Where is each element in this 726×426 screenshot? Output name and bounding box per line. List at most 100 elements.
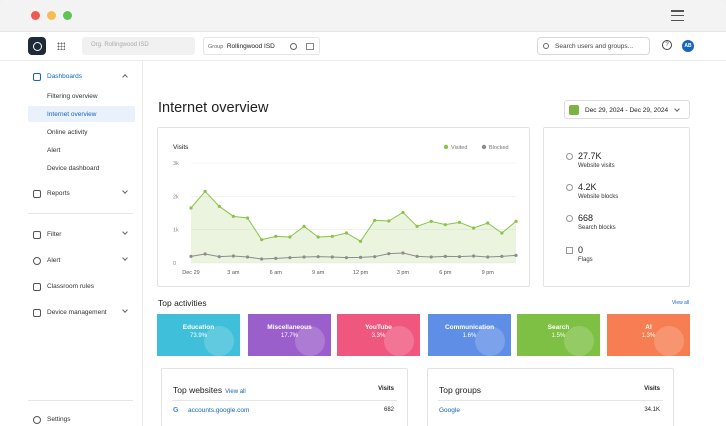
sidebar-item-filtering-overview[interactable]: Filtering overview (28, 88, 135, 104)
help-icon[interactable]: ? (662, 40, 672, 50)
top-websites-view-all-link[interactable]: View all (225, 389, 246, 395)
sidebar-section-classroom-rules[interactable]: Classroom rules (0, 281, 143, 295)
data-point-blocked[interactable] (415, 254, 419, 258)
top-activities-view-all-link[interactable]: View all (672, 300, 689, 306)
data-point-blocked[interactable] (401, 251, 405, 255)
visits-chart: Visits Visited Blocked 0 1k 2k 3k Dec 29 3 am… (173, 144, 518, 276)
data-point-visited[interactable] (203, 189, 207, 193)
top-websites-card: Top websites View all Visits G accounts.g… (161, 368, 408, 426)
data-point-blocked[interactable] (330, 255, 334, 259)
data-point-visited[interactable] (217, 204, 221, 208)
sidebar-section-filter[interactable]: Filter (0, 229, 143, 243)
data-point-blocked[interactable] (457, 255, 462, 259)
date-range-picker[interactable]: Dec 29, 2024 - Dec 29, 2024 (564, 100, 690, 119)
data-point-blocked[interactable] (203, 252, 207, 256)
info-icon[interactable] (290, 43, 297, 50)
activity-tile-miscellaneous[interactable]: Miscellaneous 17.7% (248, 314, 331, 356)
data-point-visited[interactable] (415, 224, 419, 228)
sidebar-divider (28, 400, 133, 401)
activity-tile-search[interactable]: Search 1.5% (517, 314, 600, 356)
tile-name: YouTube (365, 324, 392, 331)
data-point-blocked[interactable] (514, 253, 518, 257)
data-point-visited[interactable] (387, 219, 391, 223)
stat-value: 668 (578, 213, 594, 223)
data-point-visited[interactable] (429, 219, 433, 223)
data-point-blocked[interactable] (302, 255, 306, 259)
data-point-blocked[interactable] (189, 254, 193, 258)
data-point-visited[interactable] (472, 226, 476, 230)
sidebar-item-alert[interactable]: Alert (28, 142, 135, 158)
data-point-blocked[interactable] (231, 254, 235, 258)
data-point-visited[interactable] (288, 235, 292, 239)
table-row[interactable]: G accounts.google.com 682 (173, 407, 394, 417)
data-point-blocked[interactable] (316, 255, 320, 259)
org-selector[interactable]: Org. Rollingwood ISD (82, 37, 195, 55)
data-point-blocked[interactable] (217, 255, 221, 259)
data-point-blocked[interactable] (260, 257, 264, 261)
group-value: Rollingwood ISD (226, 43, 275, 50)
sidebar-section-label: Dashboards (47, 73, 83, 80)
data-point-visited[interactable] (514, 219, 518, 223)
data-point-visited[interactable] (316, 235, 320, 239)
activity-tile-communication[interactable]: Communication 1.6% (428, 314, 511, 356)
data-point-visited[interactable] (443, 223, 447, 227)
sidebar-settings[interactable]: Settings (0, 414, 143, 426)
search-input[interactable]: Search users and groups... (537, 37, 650, 55)
data-point-visited[interactable] (189, 206, 193, 210)
group-selector[interactable]: Group Rollingwood ISD (203, 37, 320, 55)
classroom-icon (33, 283, 41, 291)
data-point-blocked[interactable] (429, 255, 433, 259)
maximize-window-button[interactable] (63, 11, 72, 20)
sidebar-item-internet-overview[interactable]: Internet overview (28, 106, 135, 122)
data-point-blocked[interactable] (358, 255, 363, 259)
data-point-visited[interactable] (330, 234, 334, 238)
data-point-visited[interactable] (260, 238, 264, 242)
data-point-blocked[interactable] (472, 254, 476, 258)
data-point-blocked[interactable] (500, 254, 504, 258)
app-logo[interactable] (28, 37, 46, 55)
data-point-blocked[interactable] (288, 256, 292, 260)
data-point-visited[interactable] (486, 221, 490, 225)
data-point-visited[interactable] (344, 231, 349, 235)
data-point-visited[interactable] (245, 216, 250, 220)
data-point-blocked[interactable] (245, 255, 250, 259)
data-point-visited[interactable] (500, 231, 504, 235)
data-point-blocked[interactable] (344, 256, 349, 260)
data-point-visited[interactable] (401, 210, 405, 214)
y-tick-label: 3k (173, 161, 179, 167)
sidebar-item-device-dashboard[interactable]: Device dashboard (28, 160, 135, 176)
flag-icon (566, 247, 573, 254)
sidebar-section-device-management[interactable]: Device management (0, 307, 143, 321)
sidebar-section-dashboards[interactable]: Dashboards (0, 71, 143, 85)
activity-tile-youtube[interactable]: YouTube 3.3% (337, 314, 420, 356)
tile-percent: 73.9% (189, 333, 207, 339)
table-row[interactable]: Google 34.1K (439, 407, 660, 417)
avatar[interactable]: AB (682, 40, 694, 52)
data-point-blocked[interactable] (443, 254, 447, 258)
data-point-visited[interactable] (373, 218, 377, 222)
data-point-blocked[interactable] (387, 252, 391, 256)
data-point-blocked[interactable] (486, 255, 490, 259)
tree-view-icon[interactable] (306, 43, 314, 50)
data-point-visited[interactable] (231, 214, 235, 218)
activity-tile-ai[interactable]: AI 1.3% (607, 314, 690, 356)
data-point-visited[interactable] (358, 239, 363, 243)
sidebar-section-alert[interactable]: Alert (0, 255, 143, 269)
data-point-blocked[interactable] (274, 256, 278, 260)
sidebar-item-online-activity[interactable]: Online activity (28, 124, 135, 140)
activity-tile-education[interactable]: Education 73.9% (157, 314, 240, 356)
top-groups-card: Top groups Visits Google 34.1K (427, 368, 674, 426)
data-point-visited[interactable] (274, 234, 278, 238)
close-window-button[interactable] (31, 11, 40, 20)
sidebar-section-reports[interactable]: Reports (0, 188, 143, 202)
menu-icon[interactable] (671, 10, 684, 22)
y-tick-label: 0 (173, 261, 176, 267)
apps-grid-icon[interactable] (57, 42, 65, 50)
x-tick-label: 9 pm (482, 270, 495, 276)
data-point-visited[interactable] (302, 224, 306, 228)
minimize-window-button[interactable] (47, 11, 56, 20)
website-name[interactable]: accounts.google.com (188, 407, 249, 414)
data-point-blocked[interactable] (373, 255, 377, 259)
group-name[interactable]: Google (439, 407, 460, 414)
data-point-visited[interactable] (457, 220, 462, 224)
